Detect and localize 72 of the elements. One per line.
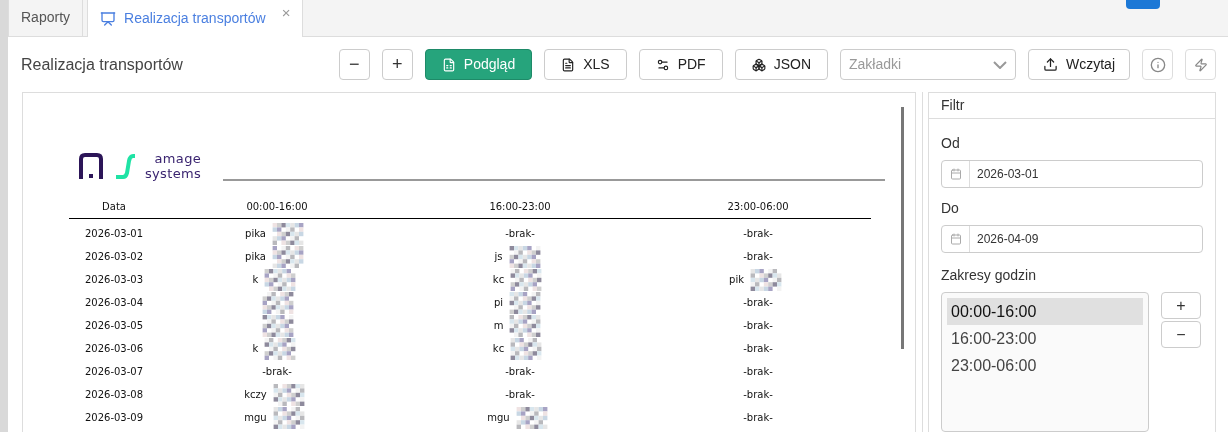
zoom-out-button[interactable]: − <box>338 49 370 80</box>
table-cell-text: -brak- <box>743 250 773 264</box>
table-cell-text: js <box>494 250 503 264</box>
table-cell-text: k <box>252 273 259 287</box>
list-item[interactable]: 16:00-23:00 <box>947 325 1143 352</box>
field-label: Do <box>941 199 960 218</box>
presentation-icon <box>100 10 117 27</box>
zoom-in-button[interactable]: + <box>381 49 413 80</box>
info-button[interactable] <box>1142 49 1173 80</box>
tab[interactable]: Realizacja transportów × <box>87 0 304 37</box>
table-cell-text: pika <box>245 227 266 241</box>
table-cell-text: kc <box>492 342 505 356</box>
upload-icon <box>1043 57 1058 72</box>
panel-title: Filtr <box>941 96 965 115</box>
list-item[interactable]: 00:00-16:00 <box>947 298 1143 325</box>
logo-text: systems <box>145 166 202 181</box>
table-cell-text: 2026-03-09 <box>84 411 144 425</box>
table-cell-text: -brak- <box>505 365 535 379</box>
badge <box>1126 0 1160 9</box>
table-cell-text: 2026-03-07 <box>84 365 144 379</box>
table-cell-text: pi <box>493 296 504 310</box>
field-label: Zakresy godzin <box>941 266 1037 285</box>
table-cell-text: -brak- <box>743 319 773 333</box>
table-cell-text: -brak- <box>743 227 773 241</box>
date-field[interactable]: 2026-03-01 <box>941 160 1203 188</box>
table-cell-text: -brak- <box>505 388 535 402</box>
flash-button[interactable] <box>1185 49 1216 80</box>
column-header: 23:00-06:00 <box>727 200 789 214</box>
table-cell-text: m <box>493 319 504 333</box>
table-cell-text: pika <box>245 250 266 264</box>
remove-button[interactable]: − <box>1161 321 1201 348</box>
table-cell-text: 2026-03-06 <box>84 342 144 356</box>
calendar-icon <box>949 233 962 245</box>
date-field[interactable]: 2026-04-09 <box>941 225 1203 253</box>
table-cell-text: -brak- <box>743 296 773 310</box>
table-cell-text: 2026-03-02 <box>84 250 144 264</box>
table-cell-text: -brak- <box>743 411 773 425</box>
table-cell-text: mgu <box>244 411 267 425</box>
load-button[interactable]: Wczytaj <box>1028 49 1130 80</box>
chevron-down-icon <box>993 60 1007 69</box>
column-header: 00:00-16:00 <box>246 200 308 214</box>
table-cell-text: -brak- <box>262 365 292 379</box>
tab[interactable]: Raporty <box>8 0 84 36</box>
calendar-icon <box>949 168 962 180</box>
table-cell-text: pik <box>729 273 744 287</box>
list-item[interactable]: 23:00-06:00 <box>947 352 1143 379</box>
table-cell-text: 2026-03-04 <box>84 296 144 310</box>
logo-icon <box>79 153 135 179</box>
logo-text: amage <box>154 151 202 166</box>
page-title: Realizacja transportów <box>21 54 183 75</box>
lightning-icon <box>1193 57 1208 72</box>
table-cell-text: mgu <box>487 411 510 425</box>
field-label: Od <box>941 134 961 153</box>
table-cell-text: -brak- <box>743 365 773 379</box>
info-icon <box>1149 56 1166 73</box>
export-button[interactable]: XLS <box>544 49 627 80</box>
scrollbar[interactable] <box>901 107 904 349</box>
column-header: Data <box>102 200 126 214</box>
table-cell-text: 2026-03-05 <box>84 319 144 333</box>
table-cell-text: -brak- <box>505 227 535 241</box>
table-cell-text: -brak- <box>743 388 773 402</box>
table-cell-text: k <box>252 342 259 356</box>
export-button[interactable]: JSON <box>734 49 828 80</box>
table-cell-text: 2026-03-01 <box>84 227 144 241</box>
table-cell-text: kc <box>492 273 505 287</box>
table-cell-text: -brak- <box>743 342 773 356</box>
table-cell-text: 2026-03-03 <box>84 273 144 287</box>
table-cell-text: 2026-03-08 <box>84 388 144 402</box>
table-cell-text: kczy <box>244 388 267 402</box>
add-button[interactable]: + <box>1161 292 1201 319</box>
export-button[interactable]: PDF <box>638 49 723 80</box>
column-header: 16:00-23:00 <box>489 200 551 214</box>
